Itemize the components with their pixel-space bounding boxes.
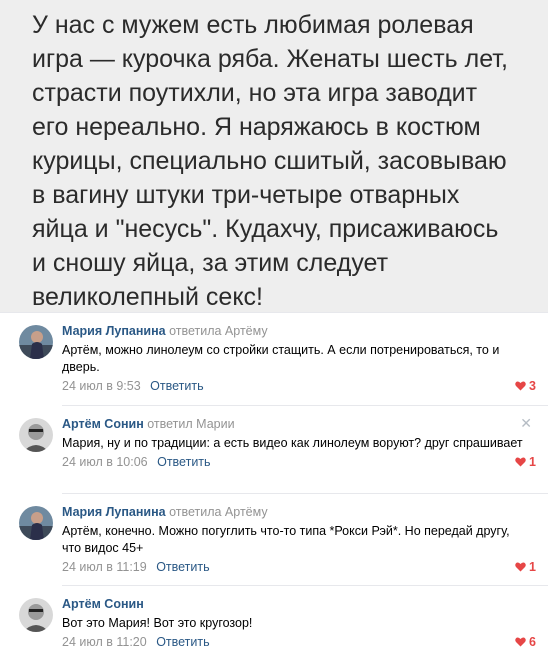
comment-text: Артём, конечно. Можно погуглить что-то т… [62, 524, 510, 555]
comment-time[interactable]: 24 июл в 11:19 [62, 560, 147, 574]
like-button[interactable]: 6 [515, 634, 536, 651]
avatar[interactable] [19, 418, 53, 452]
comment-footer: 24 июл в 10:06 Ответить 1 [62, 454, 548, 471]
comment-time[interactable]: 24 июл в 10:06 [62, 455, 148, 469]
comment: ✕ Артём Сонин ответил Марии Мария, ну и … [19, 406, 548, 494]
comment-meta: Артём Сонин [62, 596, 548, 612]
comment-footer: 24 июл в 9:53 Ответить 3 [62, 378, 548, 395]
comment-time[interactable]: 24 июл в 9:53 [62, 379, 141, 393]
comment-meta: Мария Лупанина ответила Артёму [62, 504, 548, 520]
heart-icon [515, 637, 526, 647]
reply-button[interactable]: Ответить [157, 455, 210, 469]
comment-footer: 24 июл в 11:19 Ответить 1 [62, 559, 548, 576]
like-button[interactable]: 1 [515, 454, 536, 471]
like-count: 3 [529, 379, 536, 393]
comment: Артём Сонин Вот это Мария! Вот это круго… [19, 586, 548, 656]
comment: Мария Лупанина ответила Артёму Артём, ко… [19, 494, 548, 586]
heart-icon [515, 562, 526, 572]
comment-meta: Мария Лупанина ответила Артёму [62, 323, 548, 339]
comment-text: Артём, можно линолеум со стройки стащить… [62, 343, 500, 374]
comment-author[interactable]: Мария Лупанина [62, 505, 166, 519]
avatar[interactable] [19, 598, 53, 632]
comment-author[interactable]: Артём Сонин [62, 417, 144, 431]
comment-meta: Артём Сонин ответил Марии [62, 416, 548, 432]
post-image-text: У нас с мужем есть любимая ролевая игра … [0, 0, 548, 312]
comment-footer: 24 июл в 11:20 Ответить 6 [62, 634, 548, 651]
comment-text: Мария, ну и по традиции: а есть видео ка… [62, 436, 523, 450]
comments-list: Мария Лупанина ответила Артёму Артём, мо… [0, 313, 548, 656]
comment-author[interactable]: Артём Сонин [62, 597, 144, 611]
reply-button[interactable]: Ответить [156, 560, 209, 574]
comment-reply-to: ответил Марии [147, 417, 235, 431]
heart-icon [515, 457, 526, 467]
like-button[interactable]: 3 [515, 378, 536, 395]
heart-icon [515, 381, 526, 391]
comment: Мария Лупанина ответила Артёму Артём, мо… [19, 313, 548, 406]
close-icon[interactable]: ✕ [520, 416, 532, 430]
comment-author[interactable]: Мария Лупанина [62, 324, 166, 338]
post-text: У нас с мужем есть любимая ролевая игра … [32, 11, 508, 311]
avatar[interactable] [19, 325, 53, 359]
like-count: 1 [529, 455, 536, 469]
reply-button[interactable]: Ответить [156, 635, 209, 649]
comment-text: Вот это Мария! Вот это кругозор! [62, 616, 253, 630]
comment-reply-to: ответила Артёму [169, 324, 268, 338]
comment-time[interactable]: 24 июл в 11:20 [62, 635, 147, 649]
like-count: 1 [529, 560, 536, 574]
like-button[interactable]: 1 [515, 559, 536, 576]
avatar[interactable] [19, 506, 53, 540]
reply-button[interactable]: Ответить [150, 379, 203, 393]
like-count: 6 [529, 635, 536, 649]
comment-reply-to: ответила Артёму [169, 505, 268, 519]
